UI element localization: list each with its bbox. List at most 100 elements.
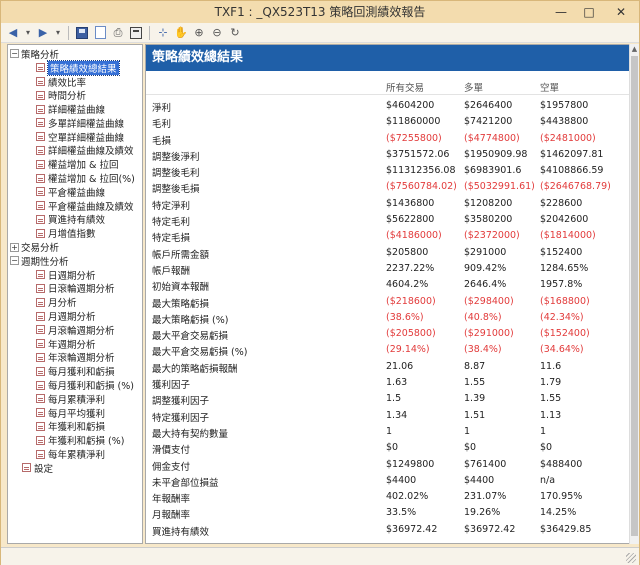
expand-icon[interactable]: + bbox=[10, 242, 19, 252]
tree-item-label: 詳細權益曲線 bbox=[48, 105, 106, 117]
tree-strategy-item[interactable]: 多單詳細權益曲線 bbox=[8, 116, 142, 130]
tree-strategy-item[interactable]: 時間分析 bbox=[8, 88, 142, 102]
value-long: 909.42% bbox=[464, 262, 507, 274]
metric-label: 調整後毛利 bbox=[152, 168, 200, 180]
value-all-trades: (29.14%) bbox=[386, 344, 430, 356]
tree-group-label: 策略分析 bbox=[21, 49, 60, 61]
close-button[interactable]: ✕ bbox=[603, 1, 639, 23]
tree-item-label: 月分析 bbox=[48, 298, 77, 310]
value-short: $152400 bbox=[540, 246, 583, 258]
save-icon[interactable] bbox=[74, 25, 90, 41]
report-node-icon bbox=[36, 449, 45, 459]
report-node-icon bbox=[36, 421, 45, 431]
print-icon[interactable]: ⎙ bbox=[110, 25, 126, 41]
resize-grip-icon[interactable] bbox=[626, 553, 636, 563]
table-row: 調整後毛利 $11312356.08 $6983901.6 $4108866.59 bbox=[146, 164, 632, 180]
toolbar: ◀ ▾ ▶ ▾ ⎙ ⊹ ✋ ⊕ ⊖ ↻ bbox=[1, 23, 639, 43]
tree-group-trade-analysis[interactable]: + 交易分析 bbox=[8, 240, 142, 254]
table-row: 特定毛利 $5622800 $3580200 $2042600 bbox=[146, 213, 632, 229]
table-row: 淨利 $4604200 $2646400 $1957800 bbox=[146, 99, 632, 115]
zoom-out-icon[interactable]: ⊖ bbox=[209, 25, 225, 41]
tree-strategy-item[interactable]: 空單詳細權益曲線 bbox=[8, 130, 142, 144]
value-long: $761400 bbox=[464, 458, 507, 470]
tree-period-item[interactable]: 年滾輪週期分析 bbox=[8, 351, 142, 364]
hand-pan-icon[interactable]: ✋ bbox=[173, 25, 189, 41]
crosshair-cursor-icon[interactable]: ⊹ bbox=[155, 25, 171, 41]
scroll-up-icon[interactable]: ▲ bbox=[630, 44, 639, 54]
tree-group-strategy-analysis[interactable]: − 策略分析 bbox=[8, 47, 142, 61]
tree-item-settings[interactable]: 設定 bbox=[8, 461, 142, 475]
metric-label: 調整後毛損 bbox=[152, 184, 200, 196]
tree-period-item[interactable]: 年獲利和虧損 bbox=[8, 420, 142, 434]
column-header-short: 空單 bbox=[540, 83, 560, 94]
refresh-icon[interactable]: ↻ bbox=[227, 25, 243, 41]
tree-strategy-item[interactable]: 月增值指數 bbox=[8, 226, 142, 240]
minimize-button[interactable]: — bbox=[547, 1, 575, 23]
zoom-in-icon[interactable]: ⊕ bbox=[191, 25, 207, 41]
metric-label: 毛利 bbox=[152, 119, 172, 131]
tree-strategy-item[interactable]: 平倉權益曲線 bbox=[8, 185, 142, 199]
tree-period-item[interactable]: 日滾輪週期分析 bbox=[8, 282, 142, 296]
tree-period-item[interactable]: 每月獲利和虧損 bbox=[8, 364, 142, 378]
tree-item-label: 權益增加 & 拉回 bbox=[48, 160, 119, 172]
value-long: ($298400) bbox=[464, 295, 514, 307]
tree-strategy-item[interactable]: 策略績效總結果 bbox=[8, 59, 142, 76]
report-icon[interactable] bbox=[92, 25, 108, 41]
metric-label: 最大平倉交易虧損 (%) bbox=[152, 347, 248, 359]
back-arrow-icon[interactable]: ◀ bbox=[5, 25, 21, 41]
tree-period-item[interactable]: 每月累積淨利 bbox=[8, 392, 142, 406]
tree-strategy-item[interactable]: 詳細權益曲線 bbox=[8, 102, 142, 116]
report-node-icon bbox=[36, 63, 45, 73]
value-short: $0 bbox=[540, 442, 553, 454]
tree-period-item[interactable]: 年獲利和虧損 (%) bbox=[8, 433, 142, 447]
value-short: 1.13 bbox=[540, 409, 562, 421]
tree-group-period-analysis[interactable]: − 週期性分析 bbox=[8, 254, 142, 268]
tree-strategy-item[interactable]: 績效比率 bbox=[8, 75, 142, 89]
tree-period-item[interactable]: 日週期分析 bbox=[8, 268, 142, 282]
value-short: $36429.85 bbox=[540, 523, 592, 535]
scrollbar-thumb[interactable] bbox=[631, 56, 638, 536]
report-node-icon bbox=[36, 352, 45, 362]
tree-period-item[interactable]: 月分析 bbox=[8, 295, 142, 309]
tree-period-item[interactable]: 年週期分析 bbox=[8, 337, 142, 351]
forward-arrow-icon[interactable]: ▶ bbox=[35, 25, 51, 41]
value-short: 14.25% bbox=[540, 507, 577, 519]
value-long: 19.26% bbox=[464, 507, 501, 519]
value-all-trades: 21.06 bbox=[386, 360, 414, 372]
report-node-icon bbox=[22, 463, 31, 473]
maximize-button[interactable]: □ bbox=[575, 1, 603, 23]
value-all-trades: 1.5 bbox=[386, 393, 402, 405]
tree-item-label: 日滾輪週期分析 bbox=[48, 284, 115, 296]
metric-label: 最大策略虧損 bbox=[152, 298, 210, 310]
tree-period-item[interactable]: 每月平均獲利 bbox=[8, 406, 142, 420]
collapse-icon[interactable]: − bbox=[10, 256, 19, 266]
value-short: 1284.65% bbox=[540, 262, 589, 274]
metric-label: 年報酬率 bbox=[152, 494, 191, 506]
value-long: $1950909.98 bbox=[464, 148, 528, 160]
report-node-icon bbox=[36, 408, 45, 418]
tree-period-item[interactable]: 每月獲利和虧損 (%) bbox=[8, 378, 142, 392]
tree-item-label: 年獲利和虧損 bbox=[48, 422, 106, 434]
metric-label: 最大平倉交易虧損 bbox=[152, 331, 229, 343]
tree-period-item[interactable]: 每年累積淨利 bbox=[8, 447, 142, 461]
tree-strategy-item[interactable]: 詳細權益曲線及績效 bbox=[8, 144, 142, 157]
table-row: 初始資本報酬 4604.2% 2646.4% 1957.8% bbox=[146, 278, 632, 294]
metric-label: 最大持有契約數量 bbox=[152, 428, 229, 440]
calculator-icon[interactable] bbox=[128, 25, 144, 41]
report-table: 淨利 $4604200 $2646400 $1957800 毛利 $11860000 $74… bbox=[146, 95, 632, 539]
vertical-scrollbar[interactable]: ▲ bbox=[629, 44, 639, 544]
status-bar bbox=[1, 547, 639, 565]
value-long: (40.8%) bbox=[464, 311, 502, 323]
metric-label: 帳戶所需金額 bbox=[152, 249, 210, 261]
value-short: ($152400) bbox=[540, 328, 590, 340]
tree-strategy-item[interactable]: 買進持有績效 bbox=[8, 213, 142, 226]
value-short: 1957.8% bbox=[540, 279, 583, 291]
tree-period-item[interactable]: 月滾輪週期分析 bbox=[8, 323, 142, 337]
tree-strategy-item[interactable]: 平倉權益曲線及績效 bbox=[8, 199, 142, 213]
back-dropdown-icon[interactable]: ▾ bbox=[23, 25, 33, 41]
tree-strategy-item[interactable]: 權益增加 & 拉回 bbox=[8, 157, 142, 171]
tree-period-item[interactable]: 月週期分析 bbox=[8, 309, 142, 323]
collapse-icon[interactable]: − bbox=[10, 49, 19, 59]
forward-dropdown-icon[interactable]: ▾ bbox=[53, 25, 63, 41]
tree-strategy-item[interactable]: 權益增加 & 拉回(%) bbox=[8, 171, 142, 185]
